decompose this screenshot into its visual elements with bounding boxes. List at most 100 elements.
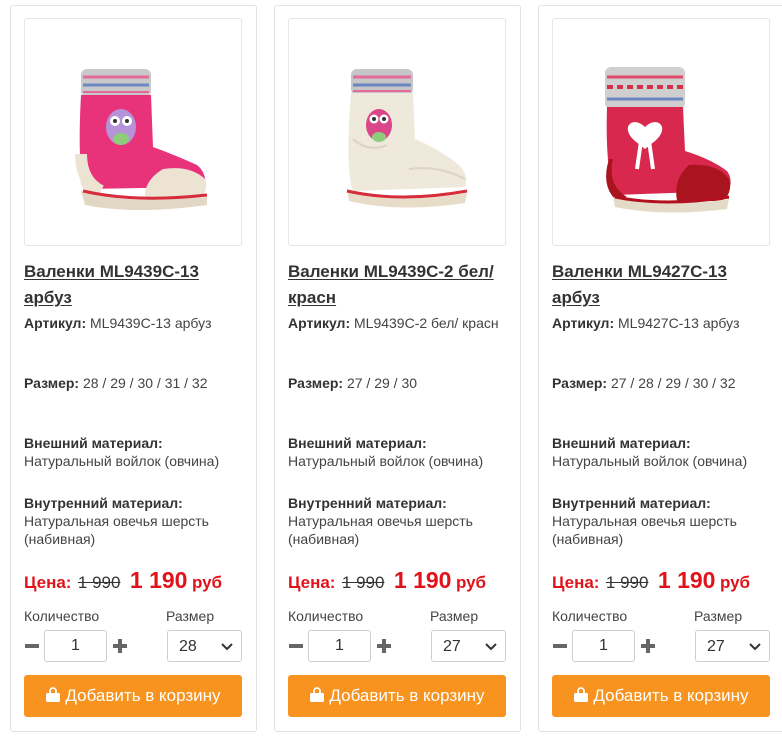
quantity-label: Количество — [552, 608, 628, 624]
add-to-cart-button[interactable]: Добавить в корзину — [552, 675, 770, 717]
size-select-value: 27 — [443, 638, 461, 655]
decrease-quantity-button[interactable] — [551, 634, 569, 658]
product-title[interactable]: Валенки ML9439C-2 бел/красн — [288, 259, 510, 311]
article-label: Артикул: — [552, 315, 615, 331]
outer-material-row: Внешний материал: Натуральный войлок (ов… — [288, 434, 510, 470]
inner-material-row: Внутренний материал: Натуральная овечья … — [552, 494, 774, 548]
product-title[interactable]: Валенки ML9427C-13 арбуз — [552, 259, 774, 311]
outer-material-row: Внешний материал: Натуральный войлок (ов… — [24, 434, 246, 470]
size-select-label: Размер — [166, 608, 215, 624]
increase-quantity-button[interactable] — [375, 634, 393, 658]
product-image[interactable] — [288, 18, 506, 246]
product-image[interactable] — [552, 18, 770, 246]
size-select-label: Размер — [430, 608, 479, 624]
product-image[interactable] — [24, 18, 242, 246]
outer-material-value: Натуральный войлок (овчина) — [552, 453, 748, 469]
article-row: Артикул: ML9439C-13 арбуз — [24, 314, 246, 332]
price-row: Цена: 1 990 1 190 руб — [288, 567, 518, 597]
article-label: Артикул: — [288, 315, 351, 331]
plus-icon — [641, 639, 655, 653]
size-select-value: 28 — [179, 638, 197, 655]
outer-material-label: Внешний материал: — [552, 435, 691, 451]
decrease-quantity-button[interactable] — [23, 634, 41, 658]
chevron-down-icon — [485, 643, 497, 651]
article-value: ML9439C-13 арбуз — [90, 315, 212, 331]
size-select[interactable]: 28 — [167, 630, 242, 662]
currency: руб — [191, 573, 223, 592]
inner-material-value: Натуральная овечья шерсть (набивная) — [288, 513, 473, 547]
add-to-cart-label: Добавить в корзину — [65, 686, 221, 705]
inner-material-value: Натуральная овечья шерсть (набивная) — [552, 513, 737, 547]
size-select[interactable]: 27 — [695, 630, 770, 662]
product-card: Валенки ML9439C-2 бел/красн Артикул: ML9… — [274, 5, 521, 732]
shopping-bag-icon — [574, 687, 589, 702]
new-price: 1 190 — [129, 567, 188, 593]
inner-material-label: Внутренний материал: — [552, 495, 711, 511]
article-value: ML9439C-2 бел/ красн — [354, 315, 499, 331]
price-label: Цена: — [24, 573, 72, 592]
add-to-cart-button[interactable]: Добавить в корзину — [288, 675, 506, 717]
quantity-label: Количество — [24, 608, 100, 624]
boot-image — [605, 67, 731, 213]
size-value: 28 / 29 / 30 / 31 / 32 — [82, 375, 208, 391]
add-to-cart-label: Добавить в корзину — [329, 686, 485, 705]
price-row: Цена: 1 990 1 190 руб — [24, 567, 254, 597]
size-select-value: 27 — [707, 638, 725, 655]
price-label: Цена: — [552, 573, 600, 592]
minus-icon — [25, 644, 39, 648]
size-select-label: Размер — [694, 608, 743, 624]
shopping-bag-icon — [310, 687, 325, 702]
quantity-input[interactable] — [44, 630, 107, 662]
outer-material-label: Внешний материал: — [288, 435, 427, 451]
product-card: Валенки ML9427C-13 арбуз Артикул: ML9427… — [538, 5, 782, 732]
size-value: 27 / 28 / 29 / 30 / 32 — [610, 375, 736, 391]
outer-material-value: Натуральный войлок (овчина) — [24, 453, 220, 469]
size-label: Размер: — [552, 375, 608, 391]
old-price: 1 990 — [605, 573, 649, 592]
new-price: 1 190 — [393, 567, 452, 593]
inner-material-label: Внутренний материал: — [288, 495, 447, 511]
size-row: Размер: 28 / 29 / 30 / 31 / 32 — [24, 374, 246, 392]
price-label: Цена: — [288, 573, 336, 592]
plus-icon — [113, 639, 127, 653]
article-row: Артикул: ML9427C-13 арбуз — [552, 314, 774, 332]
boot-image — [346, 69, 468, 208]
shopping-bag-icon — [46, 687, 61, 702]
inner-material-value: Натуральная овечья шерсть (набивная) — [24, 513, 209, 547]
increase-quantity-button[interactable] — [639, 634, 657, 658]
outer-material-label: Внешний материал: — [24, 435, 163, 451]
size-label: Размер: — [24, 375, 80, 391]
article-row: Артикул: ML9439C-2 бел/ красн — [288, 314, 510, 332]
old-price: 1 990 — [77, 573, 121, 592]
add-to-cart-button[interactable]: Добавить в корзину — [24, 675, 242, 717]
inner-material-row: Внутренний материал: Натуральная овечья … — [288, 494, 510, 548]
size-row: Размер: 27 / 28 / 29 / 30 / 32 — [552, 374, 774, 392]
size-row: Размер: 27 / 29 / 30 — [288, 374, 510, 392]
size-select[interactable]: 27 — [431, 630, 506, 662]
outer-material-value: Натуральный войлок (овчина) — [288, 453, 484, 469]
quantity-input[interactable] — [308, 630, 371, 662]
currency: руб — [719, 573, 751, 592]
currency: руб — [455, 573, 487, 592]
size-label: Размер: — [288, 375, 344, 391]
quantity-input[interactable] — [572, 630, 635, 662]
minus-icon — [553, 644, 567, 648]
outer-material-row: Внешний материал: Натуральный войлок (ов… — [552, 434, 774, 470]
article-label: Артикул: — [24, 315, 87, 331]
minus-icon — [289, 644, 303, 648]
product-title[interactable]: Валенки ML9439C-13 арбуз — [24, 259, 246, 311]
price-row: Цена: 1 990 1 190 руб — [552, 567, 782, 597]
decrease-quantity-button[interactable] — [287, 634, 305, 658]
chevron-down-icon — [749, 643, 761, 651]
boot-image — [75, 69, 208, 210]
old-price: 1 990 — [341, 573, 385, 592]
inner-material-row: Внутренний материал: Натуральная овечья … — [24, 494, 246, 548]
new-price: 1 190 — [657, 567, 716, 593]
quantity-label: Количество — [288, 608, 364, 624]
article-value: ML9427C-13 арбуз — [618, 315, 740, 331]
inner-material-label: Внутренний материал: — [24, 495, 183, 511]
size-value: 27 / 29 / 30 — [346, 375, 418, 391]
add-to-cart-label: Добавить в корзину — [593, 686, 749, 705]
increase-quantity-button[interactable] — [111, 634, 129, 658]
product-card: Валенки ML9439C-13 арбуз Артикул: ML9439… — [10, 5, 257, 732]
